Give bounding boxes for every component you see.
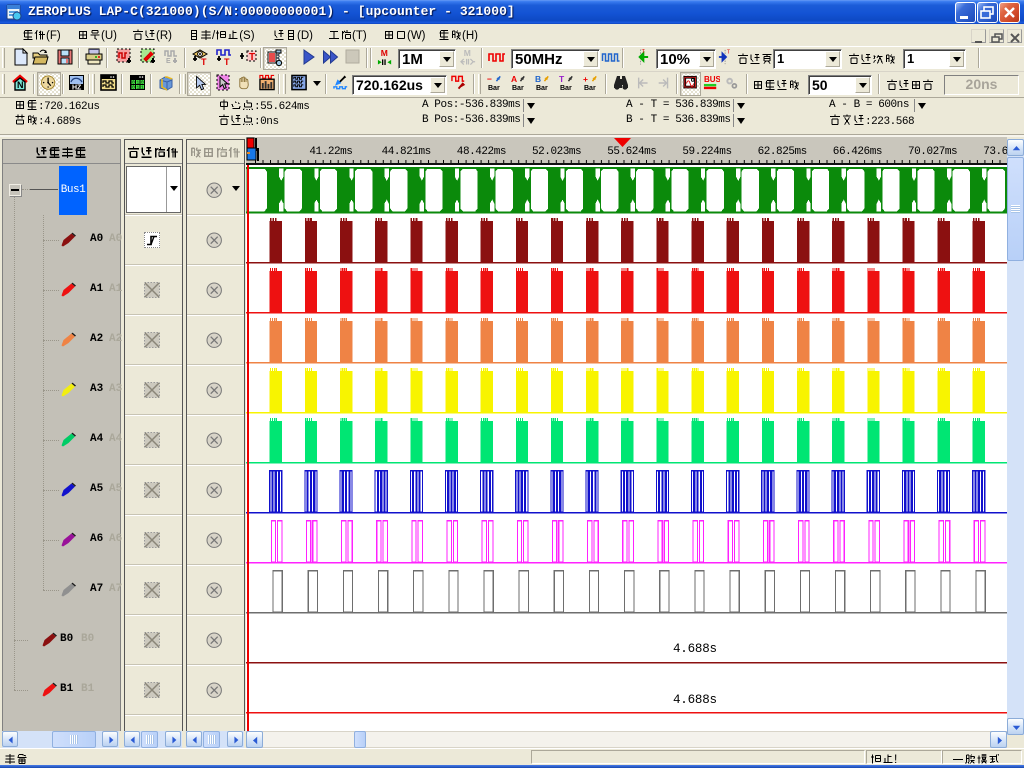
svg-text:Bar: Bar <box>488 84 500 92</box>
svg-text:Bar: Bar <box>512 84 524 92</box>
svg-text:1: 1 <box>141 85 144 91</box>
svg-text:B: B <box>535 74 541 84</box>
svg-text:Bar: Bar <box>584 84 596 92</box>
svg-text:T: T <box>559 74 565 84</box>
svg-text:1: 1 <box>137 85 140 91</box>
svg-text:E: E <box>166 58 171 65</box>
svg-text:M: M <box>381 48 388 58</box>
svg-text:Bar: Bar <box>560 84 572 92</box>
svg-text:HZ: HZ <box>72 85 82 92</box>
svg-text:T: T <box>224 57 230 66</box>
svg-text:T: T <box>642 49 646 55</box>
svg-text:Bar: Bar <box>536 84 548 92</box>
svg-text:+: + <box>583 74 588 84</box>
svg-text:T: T <box>201 57 207 66</box>
svg-text:T: T <box>249 52 255 63</box>
svg-text:N: N <box>17 80 24 90</box>
svg-text:−: − <box>487 74 492 84</box>
svg-text:M: M <box>464 48 471 58</box>
svg-text:BUS: BUS <box>704 75 720 84</box>
svg-text:T: T <box>727 49 731 55</box>
svg-text:A: A <box>511 74 517 84</box>
svg-text:0: 0 <box>132 85 135 91</box>
